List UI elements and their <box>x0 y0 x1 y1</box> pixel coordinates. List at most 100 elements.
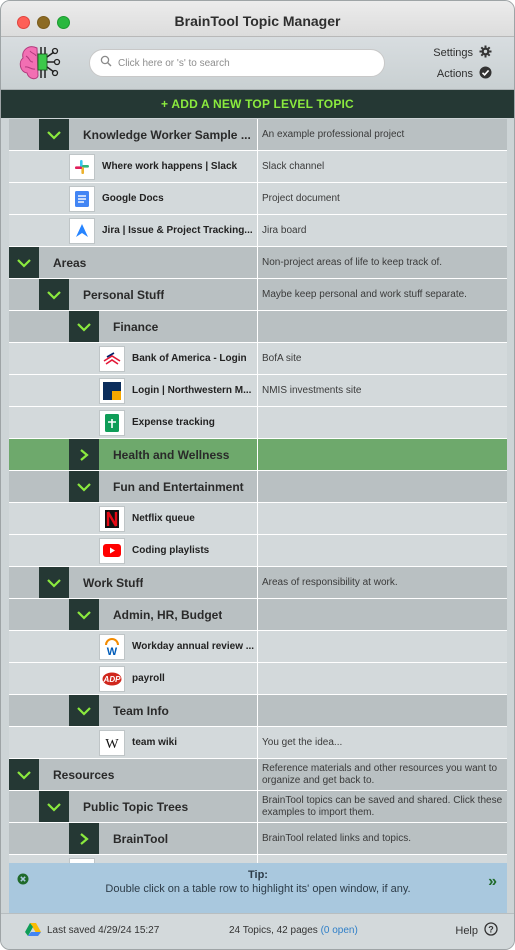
link-row[interactable]: Login | Northwestern M... NMIS investment… <box>9 375 507 407</box>
link-label[interactable]: Coding playlists <box>132 545 209 556</box>
link-label[interactable]: Workday annual review ... <box>132 641 254 652</box>
row-name-cell[interactable] <box>9 855 258 863</box>
row-name-cell[interactable]: Finance <box>9 311 258 342</box>
row-name-cell[interactable]: Personal Stuff <box>9 279 258 310</box>
expand-chevron-icon[interactable] <box>69 439 99 470</box>
row-name-cell[interactable]: Work Stuff <box>9 567 258 598</box>
link-row[interactable]: Bank of America - Login BofA site <box>9 343 507 375</box>
topic-row[interactable]: Finance <box>9 311 507 343</box>
search-box[interactable] <box>89 49 385 77</box>
collapse-chevron-icon[interactable] <box>69 599 99 630</box>
link-row[interactable]: ADP payroll <box>9 663 507 695</box>
wikipedia-icon[interactable]: W <box>99 729 125 756</box>
row-name-cell[interactable]: Resources <box>9 759 258 790</box>
bank-of-america-icon[interactable] <box>99 345 125 372</box>
link-label[interactable]: Jira | Issue & Project Tracking... <box>102 225 253 236</box>
window-title: BrainTool Topic Manager <box>174 13 341 29</box>
topic-row[interactable]: Admin, HR, Budget <box>9 599 507 631</box>
link-label[interactable]: Login | Northwestern M... <box>132 385 251 396</box>
topic-row[interactable]: Personal Stuff Maybe keep personal and wo… <box>9 279 507 311</box>
link-row[interactable]: Netflix queue <box>9 503 507 535</box>
row-description: BrainTool topics can be saved and shared… <box>262 794 503 818</box>
link-row[interactable]: Wteam wiki You get the idea... <box>9 727 507 759</box>
settings-button[interactable]: Settings <box>433 45 492 61</box>
open-count-link[interactable]: (0 open) <box>321 925 358 936</box>
netflix-icon[interactable] <box>99 505 125 532</box>
collapse-chevron-icon[interactable] <box>69 471 99 502</box>
row-description <box>258 599 507 630</box>
collapse-chevron-icon[interactable] <box>39 567 69 598</box>
row-name-cell[interactable]: Google Docs <box>9 183 258 214</box>
row-name-cell[interactable]: Admin, HR, Budget <box>9 599 258 630</box>
row-name-cell[interactable]: Public Topic Trees <box>9 791 258 822</box>
link-label[interactable]: Google Docs <box>102 193 164 204</box>
google-docs-icon[interactable] <box>69 185 95 212</box>
next-tip-icon[interactable]: » <box>488 873 497 891</box>
row-name-cell[interactable]: Fun and Entertainment <box>9 471 258 502</box>
search-input[interactable] <box>118 57 358 69</box>
collapse-chevron-icon[interactable] <box>39 119 69 150</box>
collapse-chevron-icon[interactable] <box>9 759 39 790</box>
link-row[interactable]: Jira | Issue & Project Tracking... Jira b… <box>9 215 507 247</box>
row-name-cell[interactable]: Login | Northwestern M... <box>9 375 258 406</box>
row-name-cell[interactable]: ADP payroll <box>9 663 258 694</box>
row-name-cell[interactable]: Knowledge Worker Sample ... <box>9 119 258 150</box>
topic-row[interactable]: Team Info <box>9 695 507 727</box>
topic-row[interactable]: Fun and Entertainment <box>9 471 507 503</box>
topic-row[interactable]: Health and Wellness <box>9 439 507 471</box>
row-description: Maybe keep personal and work stuff separ… <box>262 288 467 300</box>
link-row[interactable]: Expense tracking <box>9 407 507 439</box>
workday-icon[interactable]: W <box>99 633 125 660</box>
row-name-cell[interactable]: Areas <box>9 247 258 278</box>
topic-row[interactable]: Work Stuff Areas of responsibility at wor… <box>9 567 507 599</box>
row-name-cell[interactable]: Health and Wellness <box>9 439 258 470</box>
link-label[interactable]: Netflix queue <box>132 513 195 524</box>
topic-row[interactable]: Resources Reference materials and other r… <box>9 759 507 791</box>
collapse-chevron-icon[interactable] <box>39 279 69 310</box>
link-row[interactable]: Google Docs Project document <box>9 183 507 215</box>
collapse-chevron-icon[interactable] <box>69 311 99 342</box>
topic-row[interactable]: Public Topic Trees BrainTool topics can b… <box>9 791 507 823</box>
collapse-chevron-icon[interactable] <box>39 791 69 822</box>
row-name-cell[interactable]: Netflix queue <box>9 503 258 534</box>
row-name-cell[interactable]: Team Info <box>9 695 258 726</box>
row-name-cell[interactable]: BrainTool <box>9 823 258 854</box>
row-name-cell[interactable]: Coding playlists <box>9 535 258 566</box>
slack-icon[interactable] <box>69 153 95 180</box>
northwestern-icon[interactable] <box>99 377 125 404</box>
collapse-chevron-icon[interactable] <box>9 247 39 278</box>
adp-icon[interactable]: ADP <box>99 665 125 692</box>
expand-chevron-icon[interactable] <box>69 823 99 854</box>
row-name-cell[interactable]: W Workday annual review ... <box>9 631 258 662</box>
google-drive-icon[interactable] <box>25 922 41 939</box>
actions-button[interactable]: Actions <box>437 66 492 82</box>
help-button[interactable]: Help ? <box>455 922 498 939</box>
link-label[interactable]: Bank of America - Login <box>132 353 247 364</box>
close-tip-icon[interactable] <box>17 872 29 890</box>
google-sheets-icon[interactable] <box>99 409 125 436</box>
topic-row[interactable]: Areas Non-project areas of life to keep t… <box>9 247 507 279</box>
row-name-cell[interactable]: Jira | Issue & Project Tracking... <box>9 215 258 246</box>
row-name-cell[interactable]: Where work happens | Slack <box>9 151 258 182</box>
link-label[interactable]: payroll <box>132 673 165 684</box>
link-row[interactable]: W Workday annual review ... <box>9 631 507 663</box>
youtube-icon[interactable] <box>99 537 125 564</box>
jira-icon[interactable] <box>69 217 95 244</box>
link-label[interactable]: team wiki <box>132 737 177 748</box>
row-name-cell[interactable]: Bank of America - Login <box>9 343 258 374</box>
link-row[interactable]: Where work happens | Slack Slack channel <box>9 151 507 183</box>
link-row[interactable]: Coding playlists <box>9 535 507 567</box>
add-top-level-topic-button[interactable]: + ADD A NEW TOP LEVEL TOPIC <box>1 90 514 118</box>
collapse-chevron-icon[interactable] <box>69 695 99 726</box>
row-name-cell[interactable]: Wteam wiki <box>9 727 258 758</box>
link-label[interactable]: Where work happens | Slack <box>102 161 237 172</box>
row-name-cell[interactable]: Expense tracking <box>9 407 258 438</box>
braintool-logo-icon[interactable] <box>17 42 61 84</box>
row-description <box>258 503 507 534</box>
topic-row[interactable]: BrainTool BrainTool related links and top… <box>9 823 507 855</box>
tip-panel: Tip: Double click on a table row to high… <box>9 863 507 913</box>
link-row[interactable] <box>9 855 507 863</box>
topic-row[interactable]: Knowledge Worker Sample ... An example pr… <box>9 119 507 151</box>
row-description: An example professional project <box>262 128 405 140</box>
link-label[interactable]: Expense tracking <box>132 417 215 428</box>
